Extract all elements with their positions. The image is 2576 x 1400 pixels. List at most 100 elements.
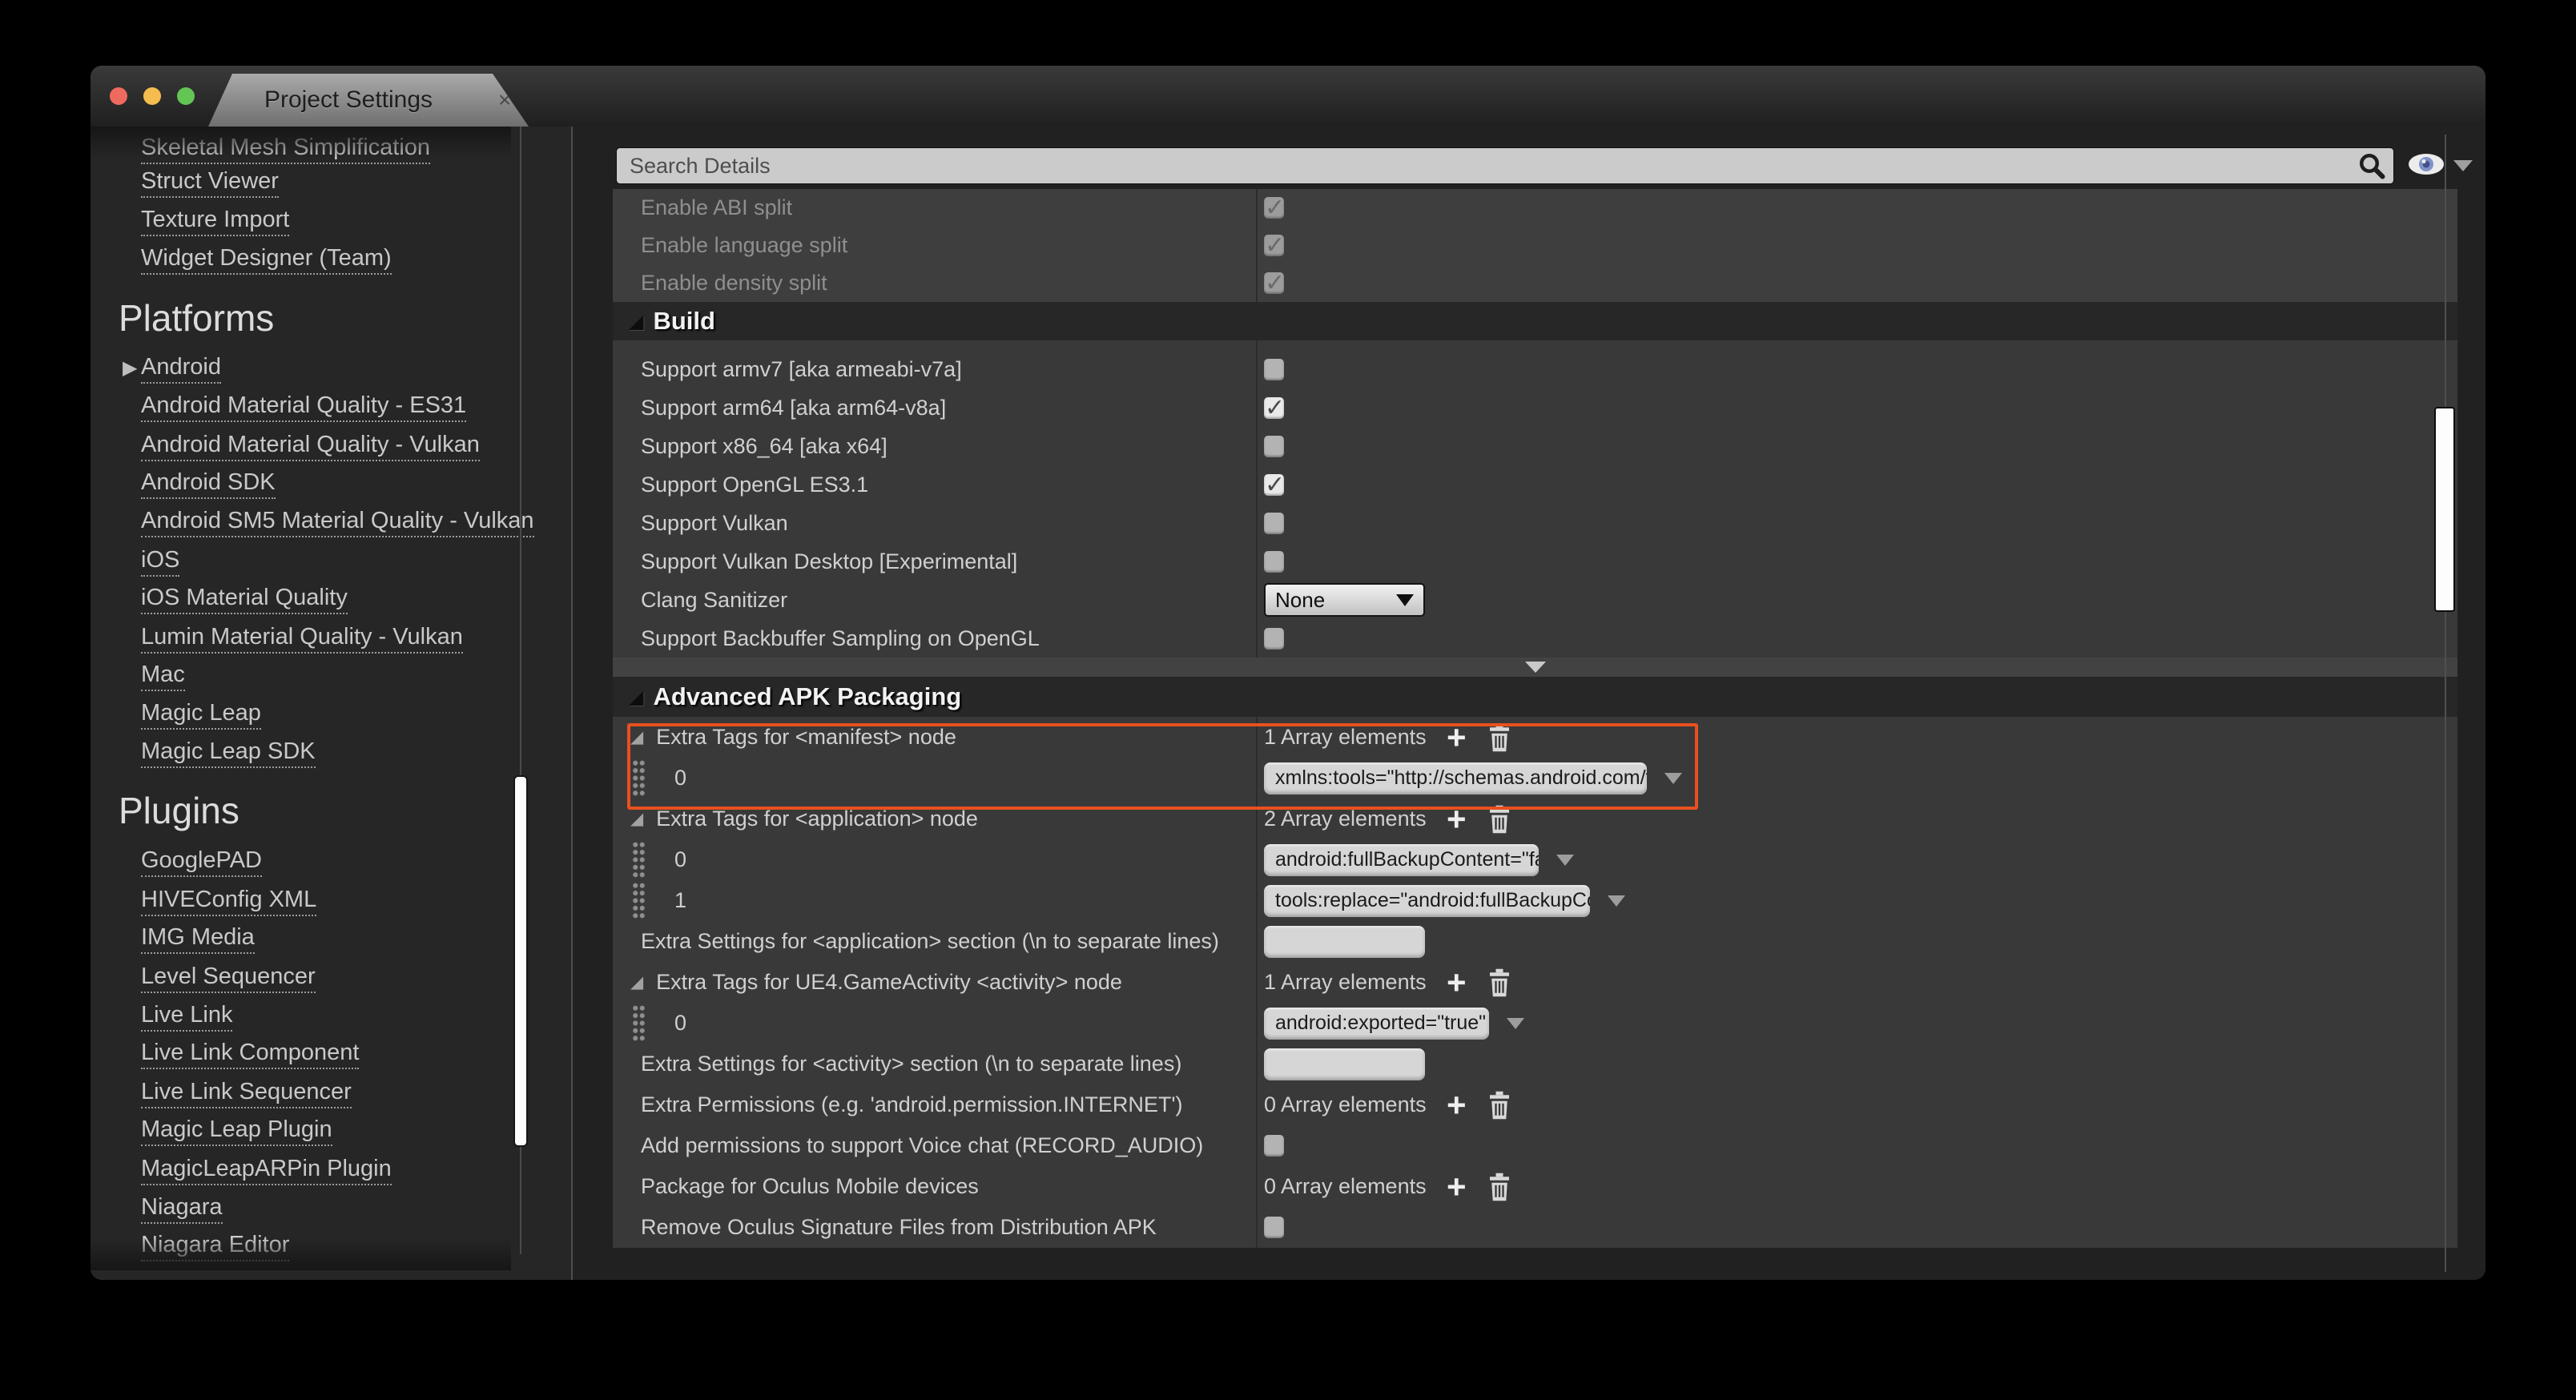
sidebar-item-magic-leap-plugin[interactable]: Magic Leap Plugin bbox=[141, 1116, 332, 1146]
add-array-element-button[interactable]: + bbox=[1447, 805, 1467, 834]
settings-row: ◢ Extra Tags for <manifest> node 1 Array… bbox=[613, 717, 2457, 758]
row-label: Support Vulkan bbox=[641, 511, 788, 536]
sidebar-scrollbar-thumb[interactable] bbox=[513, 775, 528, 1147]
sidebar-item-android-sdk[interactable]: Android SDK bbox=[141, 469, 276, 499]
tab-close-icon[interactable]: × bbox=[481, 87, 529, 113]
text-field[interactable] bbox=[1264, 926, 1425, 958]
row-label: Package for Oculus Mobile devices bbox=[641, 1174, 979, 1199]
checkbox[interactable] bbox=[1264, 235, 1284, 256]
sidebar-item-niagara[interactable]: Niagara bbox=[141, 1194, 223, 1224]
section-expander-icon[interactable]: ◢ bbox=[629, 310, 643, 333]
delete-array-button[interactable] bbox=[1487, 1090, 1511, 1120]
add-array-element-button[interactable]: + bbox=[1447, 1091, 1467, 1120]
section-header-build[interactable]: ◢ Build bbox=[613, 302, 2457, 340]
drag-handle-icon[interactable] bbox=[632, 841, 646, 879]
array-count-label: 0 Array elements bbox=[1264, 1092, 1447, 1117]
sidebar-item-android-mq-vulkan[interactable]: Android Material Quality - Vulkan bbox=[141, 432, 480, 461]
section-expander-icon[interactable]: ◢ bbox=[629, 686, 643, 709]
sidebar-item-android-mq-es31[interactable]: Android Material Quality - ES31 bbox=[141, 392, 466, 422]
checkbox[interactable] bbox=[1264, 359, 1284, 380]
row-expander-icon[interactable]: ◢ bbox=[630, 972, 643, 992]
sidebar-item-magic-leap[interactable]: Magic Leap bbox=[141, 700, 261, 730]
minimize-window-button[interactable] bbox=[143, 87, 161, 105]
maximize-window-button[interactable] bbox=[177, 87, 195, 105]
clang-sanitizer-dropdown[interactable]: None bbox=[1264, 583, 1425, 617]
settings-row: Support Vulkan bbox=[613, 504, 2457, 542]
sidebar-item-live-link-component[interactable]: Live Link Component bbox=[141, 1040, 359, 1069]
row-label: Extra Permissions (e.g. 'android.permiss… bbox=[641, 1092, 1183, 1117]
sidebar-item-struct-viewer[interactable]: Struct Viewer bbox=[141, 168, 279, 198]
checkbox[interactable] bbox=[1264, 551, 1284, 573]
close-window-button[interactable] bbox=[110, 87, 127, 105]
drag-handle-icon[interactable] bbox=[632, 882, 646, 919]
chevron-down-icon[interactable] bbox=[1507, 1018, 1524, 1029]
delete-array-button[interactable] bbox=[1487, 804, 1511, 835]
sidebar-item-android-sm5-mq-vulkan[interactable]: Android SM5 Material Quality - Vulkan bbox=[141, 508, 534, 537]
row-label: Enable ABI split bbox=[641, 195, 792, 220]
add-array-element-button[interactable]: + bbox=[1447, 723, 1467, 752]
sidebar-item-live-link[interactable]: Live Link bbox=[141, 1002, 232, 1032]
sidebar-item-android[interactable]: Android bbox=[141, 354, 221, 384]
checkbox[interactable] bbox=[1264, 513, 1284, 534]
chevron-down-icon[interactable] bbox=[1608, 895, 1625, 907]
checkbox[interactable] bbox=[1264, 1135, 1284, 1157]
sidebar-item-live-link-sequencer[interactable]: Live Link Sequencer bbox=[141, 1079, 352, 1108]
checkbox[interactable] bbox=[1264, 474, 1284, 496]
delete-array-button[interactable] bbox=[1487, 968, 1511, 998]
settings-rows-area: Enable ABI split Enable language split E… bbox=[613, 189, 2457, 1248]
details-scrollbar-thumb[interactable] bbox=[2434, 407, 2455, 612]
delete-array-button[interactable] bbox=[1487, 722, 1511, 753]
sidebar-top-shadow bbox=[91, 127, 511, 159]
sidebar-item-level-sequencer[interactable]: Level Sequencer bbox=[141, 964, 316, 993]
drag-handle-icon[interactable] bbox=[632, 1004, 646, 1042]
section-collapse-band[interactable] bbox=[613, 658, 2457, 677]
text-field[interactable] bbox=[1264, 1048, 1425, 1080]
delete-array-button[interactable] bbox=[1487, 1172, 1511, 1202]
chevron-down-icon[interactable] bbox=[1664, 773, 1682, 784]
checkbox[interactable] bbox=[1264, 197, 1284, 219]
array-value-field[interactable]: xmlns:tools="http://schemas.android.com/… bbox=[1264, 762, 1647, 795]
collapse-arrow-icon[interactable] bbox=[1525, 662, 1546, 673]
view-options-dropdown-icon[interactable] bbox=[2453, 160, 2473, 171]
details-scrollbar-track[interactable] bbox=[2445, 135, 2446, 1272]
row-expander-icon[interactable]: ◢ bbox=[630, 809, 643, 829]
settings-row: Support arm64 [aka arm64-v8a] bbox=[613, 388, 2457, 427]
array-value-field[interactable]: android:fullBackupContent="false" bbox=[1264, 844, 1539, 876]
section-header-advanced-apk[interactable]: ◢ Advanced APK Packaging bbox=[613, 677, 2457, 717]
sidebar-item-lumin-mq-vulkan[interactable]: Lumin Material Quality - Vulkan bbox=[141, 624, 463, 654]
sidebar-item-ios-material-quality[interactable]: iOS Material Quality bbox=[141, 585, 348, 614]
sidebar-item-widget-designer[interactable]: Widget Designer (Team) bbox=[141, 245, 392, 275]
search-input[interactable] bbox=[616, 147, 2394, 184]
view-options-eye-icon[interactable] bbox=[2407, 152, 2445, 176]
row-label: Support Backbuffer Sampling on OpenGL bbox=[641, 626, 1040, 651]
array-value-field[interactable]: android:exported="true" bbox=[1264, 1008, 1489, 1040]
sidebar-item-ios[interactable]: iOS bbox=[141, 547, 179, 577]
array-count-label: 0 Array elements bbox=[1264, 1174, 1447, 1199]
sidebar-item-mac[interactable]: Mac bbox=[141, 662, 185, 691]
checkbox[interactable] bbox=[1264, 397, 1284, 419]
row-expander-icon[interactable]: ◢ bbox=[630, 727, 643, 747]
sidebar-item-googlepad[interactable]: GooglePAD bbox=[141, 847, 262, 877]
sidebar-item-magicleaparpin-plugin[interactable]: MagicLeapARPin Plugin bbox=[141, 1156, 392, 1185]
checkbox[interactable] bbox=[1264, 272, 1284, 294]
settings-row: Support Vulkan Desktop [Experimental] bbox=[613, 542, 2457, 581]
settings-row: Enable ABI split bbox=[613, 189, 2457, 227]
sidebar-item-magic-leap-sdk[interactable]: Magic Leap SDK bbox=[141, 738, 316, 768]
array-element-row: 1 tools:replace="android:fullBackupConte… bbox=[613, 880, 2457, 921]
sidebar-item-img-media[interactable]: IMG Media bbox=[141, 924, 255, 954]
add-array-element-button[interactable]: + bbox=[1447, 968, 1467, 997]
add-array-element-button[interactable]: + bbox=[1447, 1173, 1467, 1201]
row-label: Enable density split bbox=[641, 271, 827, 296]
chevron-down-icon[interactable] bbox=[1556, 855, 1574, 866]
drag-handle-icon[interactable] bbox=[632, 759, 646, 797]
checkbox[interactable] bbox=[1264, 1217, 1284, 1238]
sidebar-item-hiveconfig-xml[interactable]: HIVEConfig XML bbox=[141, 887, 316, 916]
array-value-field[interactable]: tools:replace="android:fullBackupContent… bbox=[1264, 885, 1590, 917]
tab-project-settings[interactable]: Project Settings × bbox=[208, 74, 529, 127]
settings-row: Package for Oculus Mobile devices 0 Arra… bbox=[613, 1166, 2457, 1207]
chevron-down-icon bbox=[1396, 594, 1414, 606]
checkbox[interactable] bbox=[1264, 436, 1284, 457]
sidebar-item-texture-import[interactable]: Texture Import bbox=[141, 207, 289, 236]
dropdown-selected-value: None bbox=[1275, 588, 1325, 613]
checkbox[interactable] bbox=[1264, 628, 1284, 650]
